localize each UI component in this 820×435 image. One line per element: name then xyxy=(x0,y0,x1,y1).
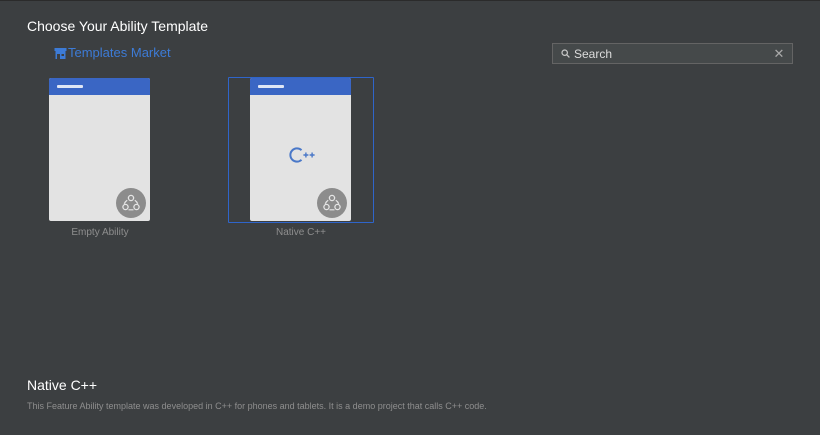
template-card-empty-ability[interactable] xyxy=(29,77,175,223)
templates-market-label: Templates Market xyxy=(68,45,171,60)
page-title: Choose Your Ability Template xyxy=(27,18,209,34)
ability-icon xyxy=(116,188,146,218)
template-thumbnail xyxy=(49,78,150,221)
window-top-border xyxy=(0,0,820,1)
thumbnail-header-bar xyxy=(250,78,351,95)
thumbnail-title-line xyxy=(57,85,83,88)
template-card-native-cpp[interactable] xyxy=(228,77,374,223)
template-thumbnail xyxy=(250,78,351,221)
search-icon xyxy=(561,49,570,58)
clear-search-button[interactable]: ✕ xyxy=(770,44,788,63)
ability-icon xyxy=(317,188,347,218)
thumbnail-header-bar xyxy=(49,78,150,95)
template-label-native-cpp: Native C++ xyxy=(275,227,327,238)
thumbnail-title-line xyxy=(258,85,284,88)
selected-template-title: Native C++ xyxy=(27,377,98,393)
cpp-logo-icon xyxy=(289,147,315,163)
selected-template-description: This Feature Ability template was develo… xyxy=(27,401,487,411)
search-box[interactable]: ✕ xyxy=(552,43,793,64)
search-input[interactable] xyxy=(570,45,770,62)
templates-market-link[interactable]: Templates Market xyxy=(54,45,171,60)
template-label-empty-ability: Empty Ability xyxy=(71,227,129,238)
store-icon xyxy=(54,45,68,60)
